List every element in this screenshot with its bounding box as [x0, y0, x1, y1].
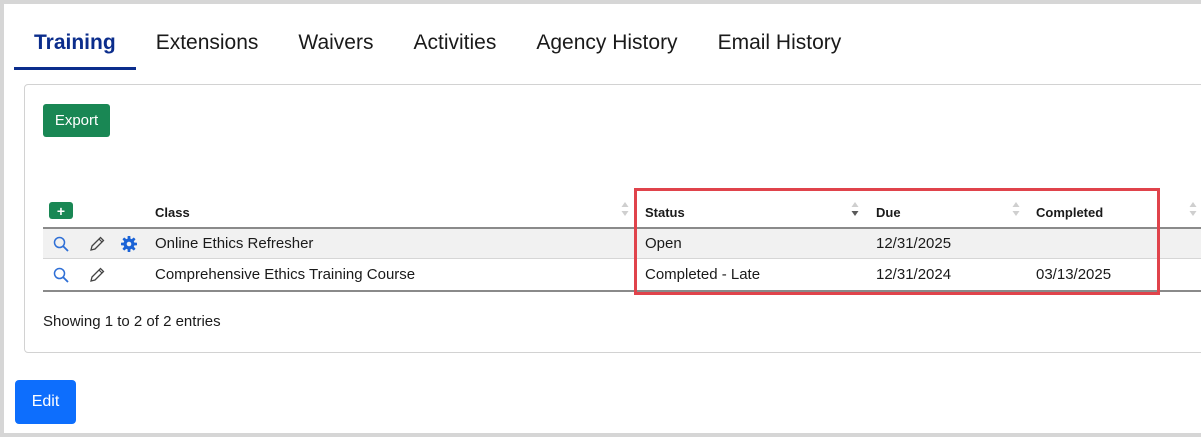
gear-icon[interactable]	[120, 235, 138, 253]
table-row: Online Ethics Refresher Open 12/31/2025	[43, 229, 1201, 259]
cell-status: Completed - Late	[645, 266, 761, 283]
pencil-icon[interactable]	[88, 266, 106, 284]
table-row: Comprehensive Ethics Training Course Com…	[43, 260, 1201, 290]
table-info-text: Showing 1 to 2 of 2 entries	[43, 313, 221, 330]
tab-bar: Training Extensions Waivers Activities A…	[14, 28, 861, 70]
cell-completed: 03/13/2025	[1036, 266, 1112, 283]
search-icon[interactable]	[52, 235, 70, 253]
search-icon[interactable]	[52, 266, 70, 284]
cell-class: Comprehensive Ethics Training Course	[155, 266, 416, 283]
tab-activities[interactable]: Activities	[393, 28, 516, 70]
sort-icon[interactable]	[620, 198, 630, 220]
cell-due: 12/31/2024	[876, 266, 952, 283]
tab-email-history[interactable]: Email History	[698, 28, 862, 70]
tab-extensions[interactable]: Extensions	[136, 28, 279, 70]
sort-desc-icon[interactable]	[850, 198, 860, 220]
export-button[interactable]: Export	[43, 104, 110, 137]
pencil-icon[interactable]	[88, 235, 106, 253]
cell-status: Open	[645, 235, 682, 252]
sort-icon[interactable]	[1011, 198, 1021, 220]
column-header-status[interactable]: Status	[645, 205, 685, 220]
tab-training[interactable]: Training	[14, 28, 136, 70]
table-bottom-divider	[43, 290, 1201, 292]
add-row-button[interactable]: +	[49, 202, 73, 219]
tab-agency-history[interactable]: Agency History	[516, 28, 697, 70]
tab-waivers[interactable]: Waivers	[278, 28, 393, 70]
cell-due: 12/31/2025	[876, 235, 952, 252]
column-header-class[interactable]: Class	[155, 205, 190, 220]
column-header-completed[interactable]: Completed	[1036, 205, 1103, 220]
edit-button[interactable]: Edit	[15, 380, 76, 424]
column-header-due[interactable]: Due	[876, 205, 901, 220]
cell-class: Online Ethics Refresher	[155, 235, 314, 252]
sort-icon[interactable]	[1188, 198, 1198, 220]
